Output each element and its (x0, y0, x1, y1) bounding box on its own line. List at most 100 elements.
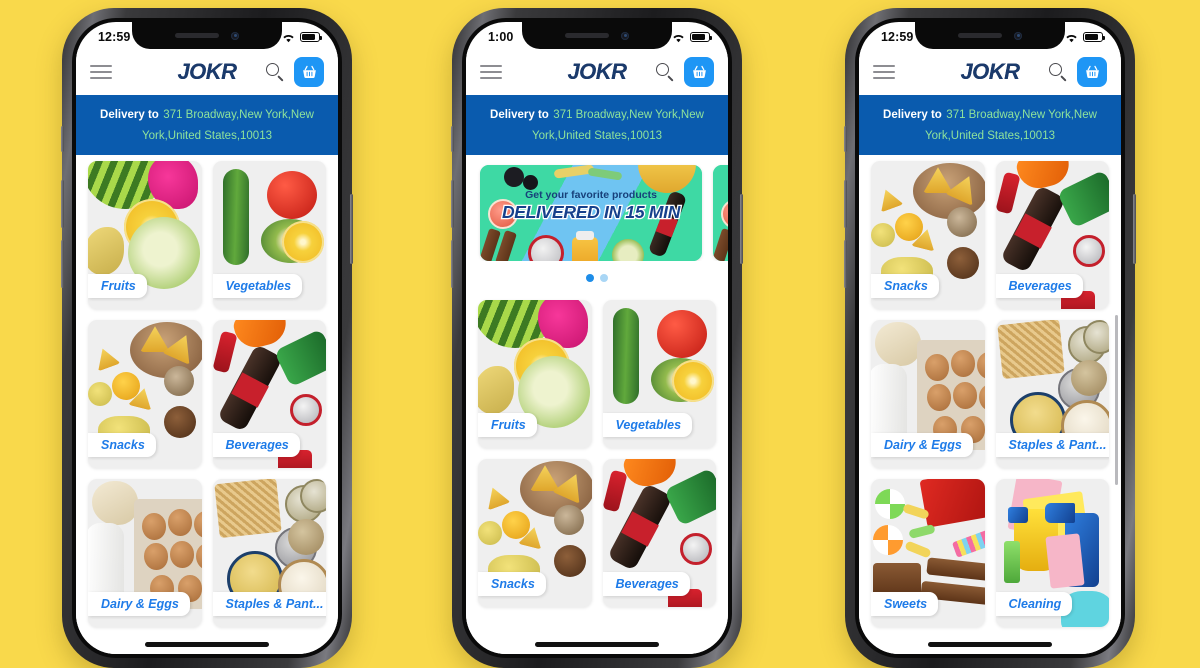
tomato-art (656, 310, 707, 359)
banana-art (478, 366, 514, 415)
soda-can-art (1073, 235, 1105, 268)
banner-line-1: Get your favorite products (525, 189, 657, 202)
chocolate-bar-art (926, 557, 985, 582)
volume-up-button[interactable] (451, 180, 454, 228)
cart-button[interactable] (684, 57, 714, 87)
carousel-pagination[interactable] (466, 261, 728, 294)
promo-banner-slide-2[interactable] (713, 165, 728, 262)
delivery-address-bar-3[interactable]: Delivery to 371 Broadway,New York,New Yo… (859, 95, 1121, 156)
delivery-address-bar-1[interactable]: Delivery to 371 Broadway,New York,New Yo… (76, 95, 338, 156)
power-button[interactable] (740, 194, 743, 264)
soda-can-art (290, 394, 322, 427)
category-card-beverages[interactable]: Beverages (602, 459, 716, 608)
cart-button[interactable] (1077, 57, 1107, 87)
sour-strip-art (951, 524, 985, 558)
juice-bottle-art (572, 231, 598, 262)
category-card-fruits[interactable]: Fruits (88, 161, 202, 310)
spray-cap-art (1007, 507, 1028, 524)
promo-banner-slide-1[interactable]: Get your favorite products DELIVERED IN … (480, 165, 702, 262)
delivery-label: Delivery to (490, 109, 549, 121)
category-card-cleaning[interactable]: Cleaning (995, 479, 1109, 628)
phone-bezel-3: 12:59 JOKR Delivery to 371 Broadway,New … (855, 18, 1125, 658)
lemon-art (282, 221, 324, 264)
category-card-dairy-eggs[interactable]: Dairy & Eggs (871, 320, 985, 469)
category-card-beverages[interactable]: Beverages (212, 320, 326, 469)
power-button[interactable] (350, 194, 353, 264)
category-list-1: Fruits Vegetables Snacks Beverages Dairy… (76, 155, 338, 654)
category-card-snacks[interactable]: Snacks (478, 459, 592, 608)
volume-up-button[interactable] (844, 180, 847, 228)
red-can-art (995, 171, 1021, 215)
category-card-snacks[interactable]: Snacks (88, 320, 202, 469)
phone-bezel-1: 12:59 JOKR Delivery to 371 Broadway,New … (72, 18, 342, 658)
tortilla-chip-art (91, 345, 120, 372)
guacamole-dip-art (871, 223, 895, 248)
carousel-dot-active[interactable] (586, 274, 594, 283)
category-card-vegetables[interactable]: Vegetables (602, 300, 716, 449)
home-indicator[interactable] (535, 642, 659, 647)
carousel-dot[interactable] (600, 274, 608, 283)
category-label: Beverages (995, 274, 1083, 299)
category-label: Snacks (871, 274, 939, 299)
hamburger-icon[interactable] (873, 65, 895, 79)
home-content-2: Get your favorite products DELIVERED IN … (466, 155, 728, 654)
category-label: Fruits (478, 413, 537, 438)
volume-down-button[interactable] (61, 240, 64, 288)
category-card-dairy-eggs[interactable]: Dairy & Eggs (88, 479, 202, 628)
mute-switch[interactable] (844, 126, 847, 152)
earpiece-speaker (958, 33, 1002, 38)
category-card-snacks[interactable]: Snacks (871, 161, 985, 310)
category-label: Snacks (88, 433, 156, 458)
beans-bowl-art (288, 519, 324, 556)
red-can-art (602, 469, 628, 513)
category-label: Staples & Pant... (212, 592, 326, 617)
search-icon[interactable] (656, 62, 675, 82)
category-card-fruits[interactable]: Fruits (478, 300, 592, 449)
status-clock: 12:59 (881, 30, 914, 44)
almond-bowl-art (946, 247, 979, 280)
power-button[interactable] (1133, 194, 1136, 264)
hamburger-icon[interactable] (480, 65, 502, 79)
egg-art (170, 541, 194, 569)
sponge-art (1003, 541, 1020, 584)
header-actions (656, 57, 714, 87)
delivery-address-bar-2[interactable]: Delivery to 371 Broadway,New York,New Yo… (466, 95, 728, 156)
cucumber-art (612, 308, 639, 405)
earpiece-speaker (565, 33, 609, 38)
volume-down-button[interactable] (451, 240, 454, 288)
category-card-sweets[interactable]: Sweets (871, 479, 985, 628)
home-indicator[interactable] (145, 642, 269, 647)
shopping-basket-icon (302, 65, 316, 78)
notch (132, 22, 282, 49)
promo-carousel[interactable]: Get your favorite products DELIVERED IN … (466, 155, 728, 262)
mute-switch[interactable] (61, 126, 64, 152)
mute-switch[interactable] (451, 126, 454, 152)
search-icon[interactable] (1049, 62, 1068, 82)
status-clock: 12:59 (98, 30, 131, 44)
home-indicator[interactable] (928, 642, 1052, 647)
cart-button[interactable] (294, 57, 324, 87)
category-card-vegetables[interactable]: Vegetables (212, 161, 326, 310)
scrollbar-thumb[interactable] (1115, 315, 1118, 486)
phone-screen-2: 1:00 JOKR Delivery to 371 Broadway,New Y… (466, 22, 728, 654)
search-icon[interactable] (266, 62, 285, 82)
delivery-address: 371 Broadway,New York,New York,United St… (142, 109, 314, 143)
category-card-staples-pantry[interactable]: Staples & Pant... (212, 479, 326, 628)
category-card-beverages[interactable]: Beverages (995, 161, 1109, 310)
header-actions (266, 57, 324, 87)
volume-down-button[interactable] (844, 240, 847, 288)
soda-can-art (680, 533, 712, 566)
cheese-dip-art (895, 213, 923, 242)
category-label: Dairy & Eggs (88, 592, 190, 617)
egg-art (168, 509, 192, 537)
beans-bowl-art (1071, 360, 1107, 397)
notch (522, 22, 672, 49)
shopping-basket-icon (1085, 65, 1099, 78)
volume-up-button[interactable] (61, 180, 64, 228)
hamburger-icon[interactable] (90, 65, 112, 79)
phone-screen-3: 12:59 JOKR Delivery to 371 Broadway,New … (859, 22, 1121, 654)
category-card-staples-pantry[interactable]: Staples & Pant... (995, 320, 1109, 469)
gummy-worm-art (904, 540, 932, 559)
jokr-logo: JOKR (176, 58, 238, 85)
category-label: Vegetables (212, 274, 303, 299)
